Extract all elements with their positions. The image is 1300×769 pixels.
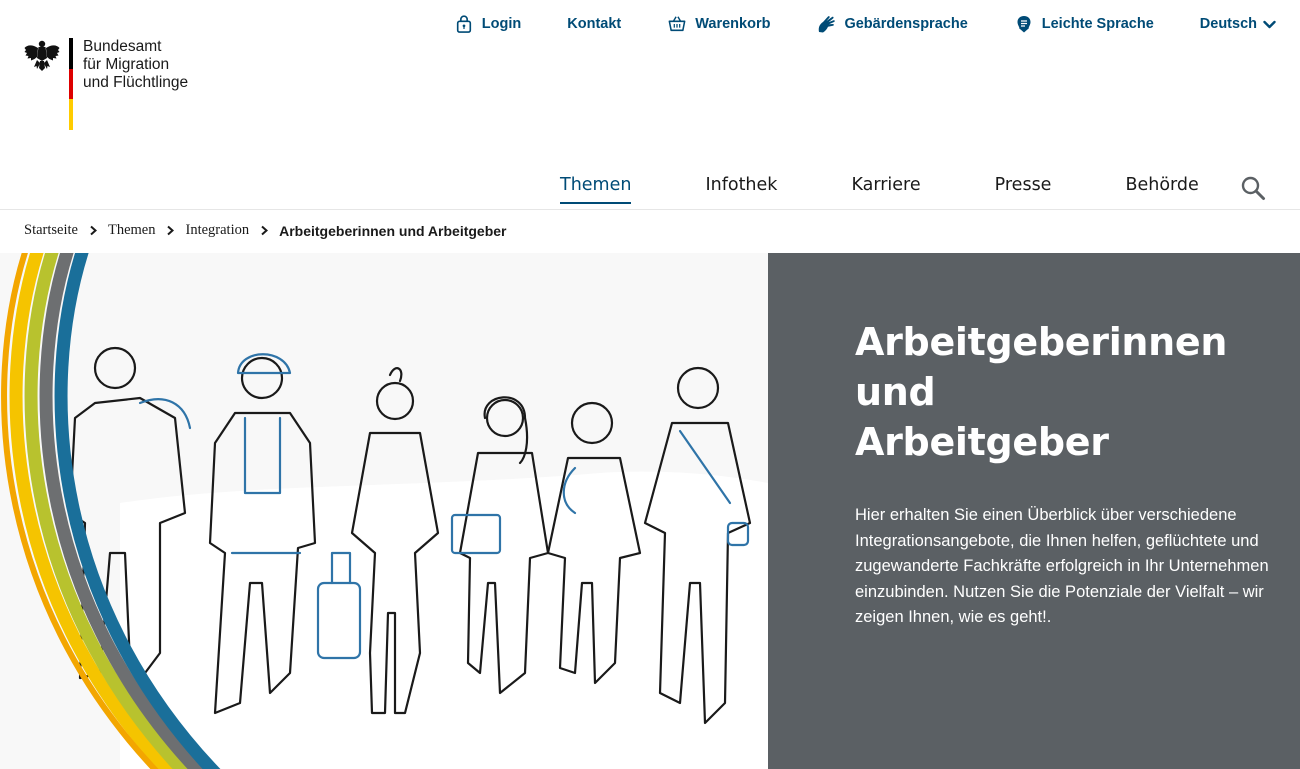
logo-line: Bundesamt [83, 38, 162, 55]
sign-language-icon [816, 14, 836, 34]
login-label: Login [481, 16, 522, 32]
breadcrumb-item-themen[interactable]: Themen [108, 222, 156, 239]
nav-item-themen[interactable]: Themen [560, 170, 632, 210]
hero-intro-text: Hier erhalten Sie einen Überblick über v… [855, 506, 1269, 626]
language-selector[interactable]: Deutsch [1200, 16, 1276, 32]
federal-eagle-icon [24, 40, 60, 71]
search-icon[interactable] [1240, 175, 1266, 201]
language-label: Deutsch [1199, 16, 1257, 32]
site-header: Bundesamt für Migration und Flüchtlinge … [0, 0, 1300, 210]
main-navigation: Themen Infothek Karriere Presse Behörde [560, 170, 1199, 210]
people-illustration [0, 253, 768, 769]
easy-language-label: Leichte Sprache [1041, 16, 1154, 32]
easy-language-link[interactable]: Leichte Sprache [1014, 14, 1154, 34]
logo-line: und Flüchtlinge [83, 74, 189, 91]
sign-language-link[interactable]: Gebärdensprache [816, 14, 968, 34]
basket-icon [667, 14, 687, 34]
nav-item-behoerde[interactable]: Behörde [1125, 170, 1198, 210]
sign-language-label: Gebärdensprache [844, 16, 968, 32]
nav-item-karriere[interactable]: Karriere [851, 170, 920, 210]
breadcrumb-item-current: Arbeitgeberinnen und Arbeitgeber [279, 222, 507, 239]
nav-item-presse[interactable]: Presse [995, 170, 1052, 210]
service-navigation: Login Kontakt Warenkorb Gebärdensprache … [454, 14, 1276, 34]
cart-link[interactable]: Warenkorb [667, 14, 770, 34]
hero-section: Arbeitgeberinnen und Arbeitgeber Hier er… [0, 253, 1300, 769]
easy-language-icon [1014, 14, 1034, 34]
contact-link[interactable]: Kontakt [567, 16, 621, 32]
hero-text-panel: Arbeitgeberinnen und Arbeitgeber Hier er… [768, 253, 1300, 769]
breadcrumb-item-startseite[interactable]: Startseite [24, 222, 78, 239]
page-title-line: Arbeitgeber [855, 420, 1109, 464]
chevron-right-icon [261, 225, 269, 236]
breadcrumb: Startseite Themen Integration Arbeitgebe… [24, 222, 507, 239]
logo-line: für Migration [83, 56, 170, 73]
hero-illustration [0, 253, 768, 769]
chevron-down-icon [1263, 20, 1276, 28]
page-title: Arbeitgeberinnen und Arbeitgeber [855, 317, 1276, 467]
contact-label: Kontakt [567, 16, 622, 32]
bamf-logo[interactable]: Bundesamt für Migration und Flüchtlinge [24, 38, 188, 131]
logo-wordmark: Bundesamt für Migration und Flüchtlinge [83, 38, 188, 130]
chevron-right-icon [90, 225, 97, 236]
german-flag-bar [69, 38, 73, 131]
cart-label: Warenkorb [695, 16, 771, 32]
nav-item-infothek[interactable]: Infothek [705, 170, 777, 210]
page-title-line: Arbeitgeberinnen und [855, 320, 1228, 414]
chevron-right-icon [167, 225, 175, 236]
login-link[interactable]: Login [454, 14, 521, 34]
lock-icon [454, 14, 474, 34]
breadcrumb-item-integration[interactable]: Integration [185, 222, 249, 239]
